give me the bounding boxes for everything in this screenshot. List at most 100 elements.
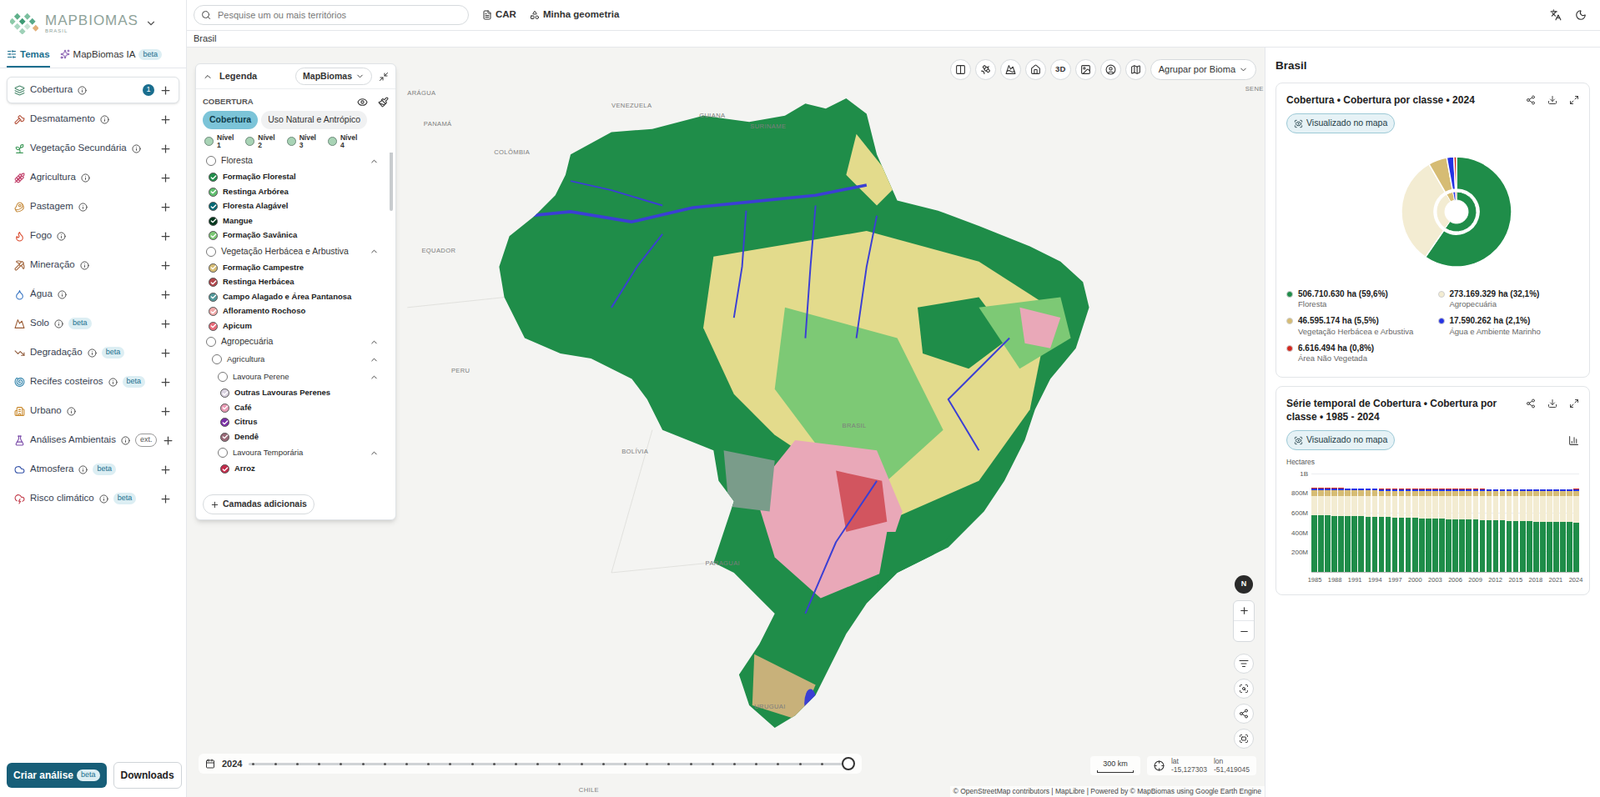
plus-icon[interactable] [159,376,172,389]
legend-class[interactable]: Formação Florestal [206,170,386,186]
bar[interactable] [1445,474,1452,573]
legend-class[interactable]: Outras Lavouras Perenes [206,386,386,402]
bar[interactable] [1438,474,1445,573]
bar[interactable] [1459,474,1465,573]
info-icon[interactable] [87,348,97,358]
legend-group[interactable]: Vegetação Herbácea e Arbustiva [206,242,386,261]
bar[interactable] [1372,474,1379,573]
theme-item[interactable]: Degradaçãobeta [6,339,180,367]
theme-item[interactable]: Recifes costeirosbeta [6,368,180,396]
bar[interactable] [1499,474,1506,573]
theme-item[interactable]: Vegetação Secundária [6,135,180,162]
theme-item[interactable]: Agricultura [6,164,180,192]
bar[interactable] [1526,474,1533,573]
theme-item[interactable]: Risco climáticobeta [6,485,180,513]
legend-class[interactable]: Restinga Herbácea [206,275,386,291]
legend-group[interactable]: Floresta [206,152,386,171]
theme-item[interactable]: Mineração [6,251,180,279]
bar[interactable] [1566,474,1573,573]
theme-item[interactable]: Água [6,281,180,308]
map-tool-button[interactable] [950,59,972,81]
logo[interactable]: MAPBIOMASBRASIL [0,0,187,47]
level-option[interactable]: Nível3 [286,134,317,150]
zoom-in-button[interactable] [1233,601,1254,622]
plus-icon[interactable] [159,201,172,214]
bar[interactable] [1405,474,1412,573]
level-option[interactable]: Nível1 [204,134,234,150]
theme-item[interactable]: Cobertura1 [6,76,180,104]
group-by-dropdown[interactable]: Agrupar por Bioma [1150,59,1257,81]
legend-class[interactable]: Floresta Alagável [206,199,386,215]
map-tool-button[interactable] [1000,59,1022,81]
chevron-up-icon[interactable] [369,355,379,365]
level-option[interactable]: Nível2 [245,134,275,150]
legend-class[interactable]: Café [206,400,386,416]
bar[interactable] [1559,474,1566,573]
zoom-out-button[interactable] [1233,621,1254,642]
plus-icon[interactable] [159,142,172,156]
theme-item[interactable]: Análises Ambientaisext. [6,427,180,454]
timeline-thumb[interactable] [841,757,856,771]
chart-icon[interactable] [1568,435,1580,447]
map-tool-button[interactable] [1100,59,1122,81]
compass[interactable]: N [1234,575,1253,594]
top-link[interactable]: Minha geometria [529,7,619,22]
bar[interactable] [1392,474,1399,573]
bar[interactable] [1324,474,1331,573]
legend-class[interactable]: Campo Alagado e Área Pantanosa [206,289,386,305]
plus-icon[interactable] [159,259,172,272]
bar[interactable] [1533,474,1540,573]
download-icon[interactable] [1547,95,1558,106]
legend-class[interactable]: Dendê [206,429,386,445]
bar[interactable] [1493,474,1500,573]
info-icon[interactable] [77,85,87,96]
info-icon[interactable] [99,494,109,504]
map-visible-chip[interactable]: Visualizado no mapa [1286,113,1395,134]
eye-icon[interactable] [357,96,368,108]
bar[interactable] [1553,474,1560,573]
bar[interactable] [1425,474,1432,573]
crosshair-icon[interactable] [1153,760,1165,772]
plus-icon[interactable] [159,230,172,243]
info-icon[interactable] [80,261,90,271]
legend-class[interactable]: Citrus [206,415,386,431]
timeline-slider[interactable] [248,763,849,766]
map-tool-button[interactable] [1025,59,1047,81]
legend-class[interactable]: Arroz [206,462,386,478]
bar[interactable] [1432,474,1439,573]
map-control-button[interactable] [1233,654,1254,675]
legend-class[interactable]: Formação Campestre [206,260,386,276]
bar[interactable] [1331,474,1338,573]
legend-class[interactable]: Afloramento Rochoso [206,304,386,320]
collapse-icon[interactable] [378,71,389,82]
info-icon[interactable] [78,465,88,475]
bar[interactable] [1365,474,1372,573]
plus-icon[interactable] [159,84,172,97]
legend-group[interactable]: Lavoura Perene [206,368,386,387]
mode-option[interactable]: Uso Natural e Antrópico [261,110,368,130]
chevron-down-icon[interactable] [145,17,157,30]
moon-icon[interactable] [1574,9,1587,21]
translate-icon[interactable] [1549,9,1562,21]
theme-item[interactable]: Urbano [6,397,180,425]
expand-icon[interactable] [1569,95,1580,106]
chevron-up-icon[interactable] [369,246,379,257]
plus-icon[interactable] [159,347,172,360]
additional-layers-button[interactable]: Camadas adicionais [202,494,315,515]
bar[interactable] [1539,474,1546,573]
3d-button[interactable]: 3D [1050,59,1072,81]
scrollbar[interactable] [389,152,393,212]
donut-segment[interactable] [1424,156,1511,267]
bar[interactable] [1311,474,1318,573]
map-control-button[interactable] [1233,704,1254,725]
legend-class[interactable]: Mangue [206,213,386,229]
share-icon[interactable] [1525,398,1536,409]
theme-item[interactable]: Pastagem [6,193,180,221]
bar[interactable] [1479,474,1486,573]
map-tool-button[interactable] [1075,59,1097,81]
bar[interactable] [1513,474,1520,573]
bar-chart[interactable] [1311,474,1580,574]
donut-segment[interactable] [1453,156,1456,190]
bar[interactable] [1338,474,1344,573]
download-icon[interactable] [1547,398,1558,409]
